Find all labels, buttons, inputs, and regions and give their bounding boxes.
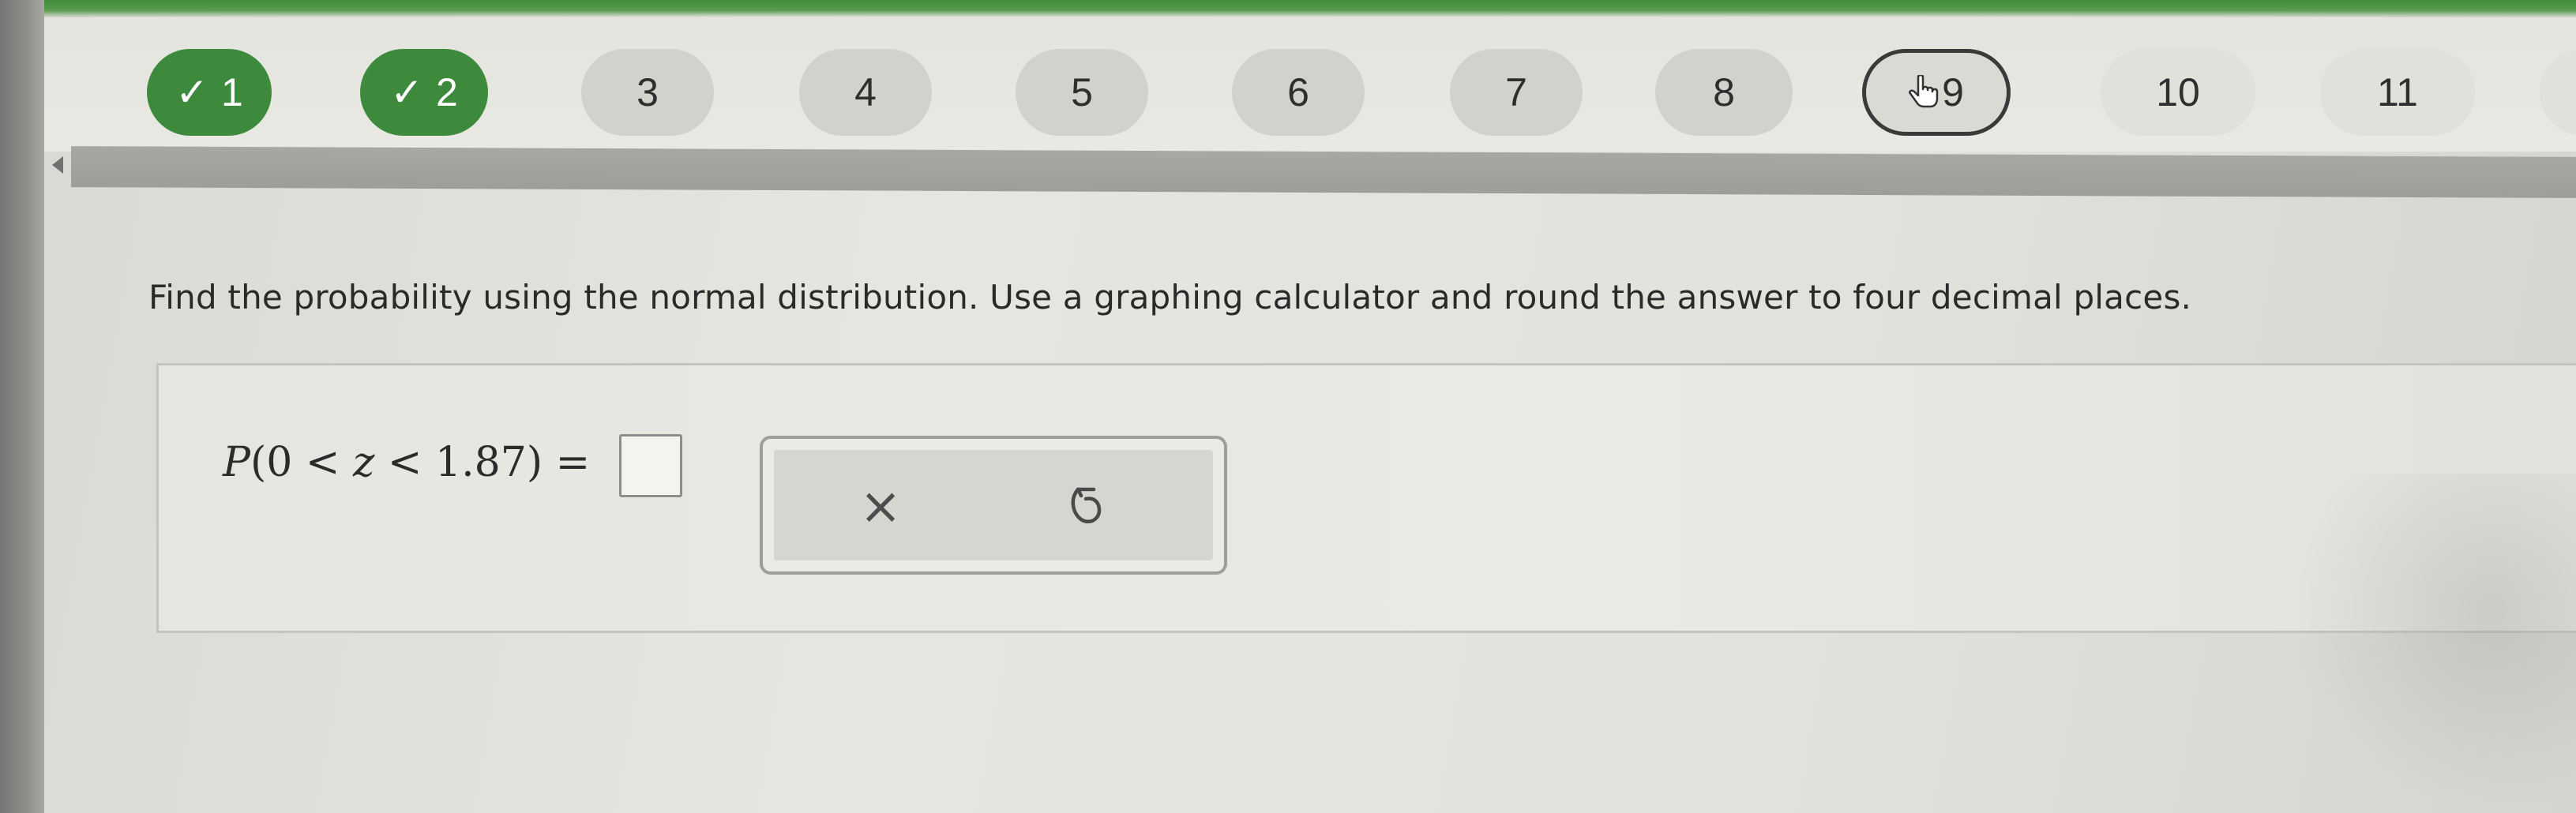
navigation-scrollbar[interactable] bbox=[71, 146, 2576, 198]
question-step-3[interactable]: 3 bbox=[581, 49, 714, 136]
answer-panel bbox=[156, 363, 2576, 633]
clear-button[interactable]: × bbox=[829, 474, 932, 540]
question-step-11[interactable]: 11 bbox=[2320, 49, 2475, 136]
question-step-4[interactable]: 4 bbox=[799, 49, 932, 136]
question-step-partial[interactable] bbox=[2540, 49, 2576, 136]
top-header-bar bbox=[44, 0, 2576, 17]
step-label: 5 bbox=[1071, 70, 1093, 114]
undo-arrow-icon bbox=[1067, 483, 1105, 530]
undo-button[interactable] bbox=[1035, 474, 1137, 540]
question-step-7[interactable]: 7 bbox=[1450, 49, 1583, 136]
question-step-2[interactable]: ✓ 2 bbox=[360, 49, 488, 136]
question-step-1[interactable]: ✓ 1 bbox=[147, 49, 272, 136]
x-icon: × bbox=[859, 478, 902, 536]
question-prompt: Find the probability using the normal di… bbox=[148, 278, 2192, 317]
variable-z: z bbox=[353, 439, 375, 486]
answer-tools-bar: × bbox=[774, 450, 1213, 560]
probability-function: P bbox=[223, 439, 250, 486]
step-label: 11 bbox=[2377, 70, 2418, 114]
step-label: 6 bbox=[1287, 70, 1309, 114]
checkmark-icon: ✓ bbox=[175, 70, 209, 114]
left-triangle-icon[interactable] bbox=[52, 156, 63, 174]
step-label: 10 bbox=[2156, 70, 2200, 114]
screen: ✓ 1 ✓ 2 3 4 5 6 7 8 9 10 11 Find the pro… bbox=[0, 0, 2576, 813]
question-navigation: ✓ 1 ✓ 2 3 4 5 6 7 8 9 10 11 bbox=[44, 17, 2576, 152]
question-step-9[interactable]: 9 bbox=[1862, 49, 2011, 136]
expression-close: < 1.87) = bbox=[374, 439, 591, 486]
step-label: 3 bbox=[636, 70, 659, 114]
checkmark-icon: ✓ bbox=[390, 70, 424, 114]
answer-tools: × bbox=[760, 436, 1227, 575]
step-label: 1 bbox=[221, 70, 243, 114]
question-step-10[interactable]: 10 bbox=[2101, 49, 2255, 136]
probability-expression: P (0 < z < 1.87) = bbox=[223, 439, 590, 486]
question-step-5[interactable]: 5 bbox=[1016, 49, 1148, 136]
question-step-6[interactable]: 6 bbox=[1232, 49, 1365, 136]
question-step-8[interactable]: 8 bbox=[1655, 49, 1793, 136]
monitor-bezel bbox=[0, 0, 44, 813]
expression-open: (0 < bbox=[250, 439, 353, 486]
step-label: 9 bbox=[1942, 70, 1964, 114]
answer-input[interactable] bbox=[619, 434, 682, 497]
step-label: 7 bbox=[1505, 70, 1527, 114]
step-label: 8 bbox=[1713, 70, 1735, 114]
step-label: 4 bbox=[854, 70, 877, 114]
step-label: 2 bbox=[436, 70, 458, 114]
hand-pointer-icon bbox=[1909, 75, 1940, 110]
